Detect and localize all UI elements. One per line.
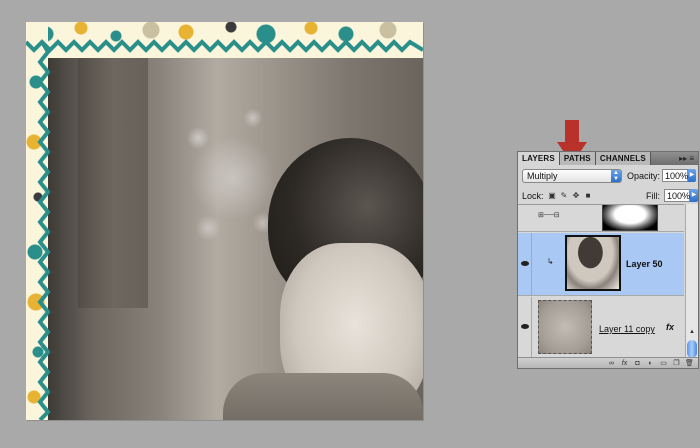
visibility-cell[interactable] xyxy=(518,297,532,358)
trash-icon[interactable]: 🗑 xyxy=(685,359,694,368)
link-chain-icon: ⊞──⊟ xyxy=(538,212,560,219)
mask-icon[interactable]: ◘ xyxy=(633,359,642,368)
scroll-thumb[interactable] xyxy=(687,340,697,358)
zigzag-ribbon xyxy=(26,39,423,420)
adjustment-icon[interactable]: ◐ xyxy=(646,359,655,368)
group-icon[interactable]: ▭ xyxy=(659,359,668,368)
scroll-up-icon[interactable]: ▲ xyxy=(686,329,698,339)
tab-paths[interactable]: PATHS xyxy=(559,152,596,165)
fill-label: Fill: xyxy=(646,190,660,201)
panel-menu-icon[interactable]: ▸▸ ≡ xyxy=(675,152,698,165)
link-icon[interactable]: ∞ xyxy=(607,359,616,368)
opacity-field[interactable]: 100% xyxy=(662,169,688,182)
eye-icon[interactable] xyxy=(521,261,529,266)
tab-layers[interactable]: LAYERS xyxy=(518,152,560,165)
layers-scrollbar[interactable]: ▲ xyxy=(685,204,698,359)
blend-mode-value: Multiply xyxy=(527,170,558,181)
layer-row-layer-11-copy[interactable]: Layer 11 copy fx xyxy=(518,297,684,359)
fill-field[interactable]: 100% xyxy=(664,189,690,202)
document-canvas[interactable] xyxy=(26,22,423,420)
lock-all-icon[interactable]: ■ xyxy=(584,191,593,200)
lock-pixels-icon[interactable]: ✎ xyxy=(560,191,569,200)
layer-mask-thumbnail[interactable] xyxy=(602,205,658,231)
eye-icon[interactable] xyxy=(521,324,529,329)
clipping-arrow-icon: ↳ xyxy=(547,257,554,266)
visibility-cell[interactable] xyxy=(518,233,532,295)
lock-transparency-icon[interactable]: ▣ xyxy=(548,191,557,200)
tab-channels[interactable]: CHANNELS xyxy=(595,152,651,165)
layer-row-layer-50[interactable]: ↳ Layer 50 xyxy=(518,233,684,296)
fx-badge-icon[interactable]: fx xyxy=(666,322,674,332)
layers-list: ⊞──⊟ ↳ Layer 50 Layer 11 copy fx xyxy=(518,204,684,359)
lock-position-icon[interactable]: ✥ xyxy=(572,191,581,200)
fill-dropdown-icon[interactable]: ▶ xyxy=(690,189,698,202)
panel-bottom-bar: ∞ fx ◘ ◐ ▭ ❐ 🗑 xyxy=(518,357,698,368)
lock-row: Lock: ▣ ✎ ✥ ■ Fill: 100% ▶ xyxy=(522,189,698,202)
opacity-dropdown-icon[interactable]: ▶ xyxy=(688,169,697,182)
blend-row: Multiply ▲ ▼ Opacity: 100% ▶ xyxy=(522,168,698,183)
opacity-label: Opacity: xyxy=(627,170,661,181)
blend-mode-select[interactable]: Multiply ▲ ▼ xyxy=(522,168,622,183)
chevron-updown-icon[interactable]: ▲ ▼ xyxy=(611,169,621,182)
fx-icon[interactable]: fx xyxy=(620,359,629,368)
layer-name[interactable]: Layer 50 xyxy=(626,259,663,269)
panel-tabbar: LAYERS PATHS CHANNELS ▸▸ ≡ xyxy=(518,152,698,165)
layer-name[interactable]: Layer 11 copy xyxy=(599,324,655,334)
layer-thumbnail[interactable] xyxy=(538,300,592,354)
lock-label: Lock: xyxy=(522,190,544,201)
layer-thumbnail[interactable] xyxy=(565,235,621,291)
layer-row-partial[interactable]: ⊞──⊟ xyxy=(518,205,684,232)
new-layer-icon[interactable]: ❐ xyxy=(672,359,681,368)
layers-panel: LAYERS PATHS CHANNELS ▸▸ ≡ Multiply ▲ ▼ O… xyxy=(517,151,699,369)
